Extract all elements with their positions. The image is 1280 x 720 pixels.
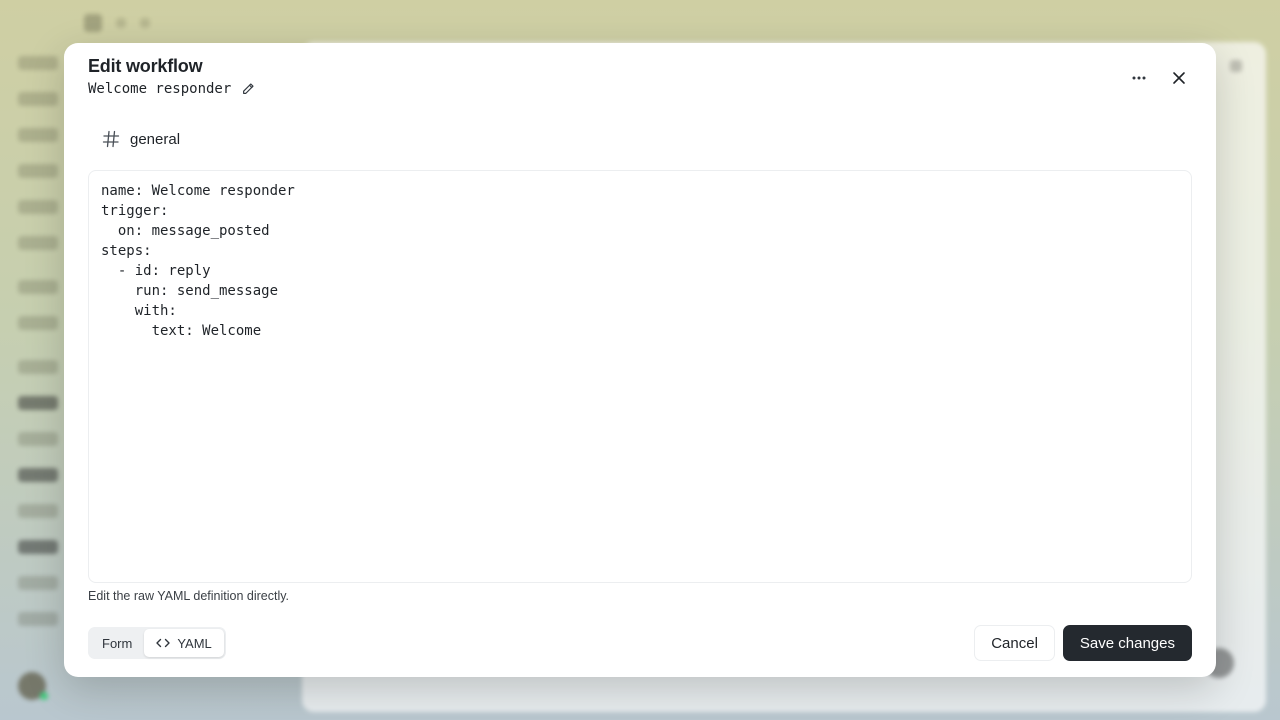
workflow-name-row: Welcome responder (88, 81, 255, 97)
yaml-editor (88, 170, 1192, 583)
dialog-title: Edit workflow (88, 56, 203, 76)
footer-actions: Cancel Save changes (974, 625, 1192, 661)
channel-row: general (102, 130, 180, 148)
editor-hint: Edit the raw YAML definition directly. (88, 589, 290, 603)
more-options-button[interactable] (1128, 67, 1150, 89)
yaml-mode-button[interactable]: YAML (144, 629, 224, 657)
yaml-textarea[interactable] (101, 181, 1179, 572)
background-sidebar (18, 56, 64, 720)
close-icon (1173, 72, 1185, 84)
code-icon (156, 638, 171, 648)
channel-name: general (130, 130, 181, 148)
background-toolbar (84, 14, 150, 32)
form-mode-label: Form (102, 635, 133, 651)
pencil-icon[interactable] (241, 82, 255, 96)
mode-toggle: Form YAML (88, 627, 226, 659)
workflow-name: Welcome responder (88, 81, 232, 97)
hash-icon (102, 130, 120, 148)
save-changes-button[interactable]: Save changes (1062, 625, 1192, 661)
more-horizontal-icon (1132, 76, 1146, 80)
cancel-button[interactable]: Cancel (974, 625, 1055, 661)
header-actions (1128, 67, 1190, 89)
edit-workflow-dialog: Edit workflow Welcome responder general (64, 43, 1216, 677)
form-mode-button[interactable]: Form (90, 629, 144, 657)
yaml-mode-label: YAML (177, 635, 212, 651)
close-button[interactable] (1168, 67, 1190, 89)
